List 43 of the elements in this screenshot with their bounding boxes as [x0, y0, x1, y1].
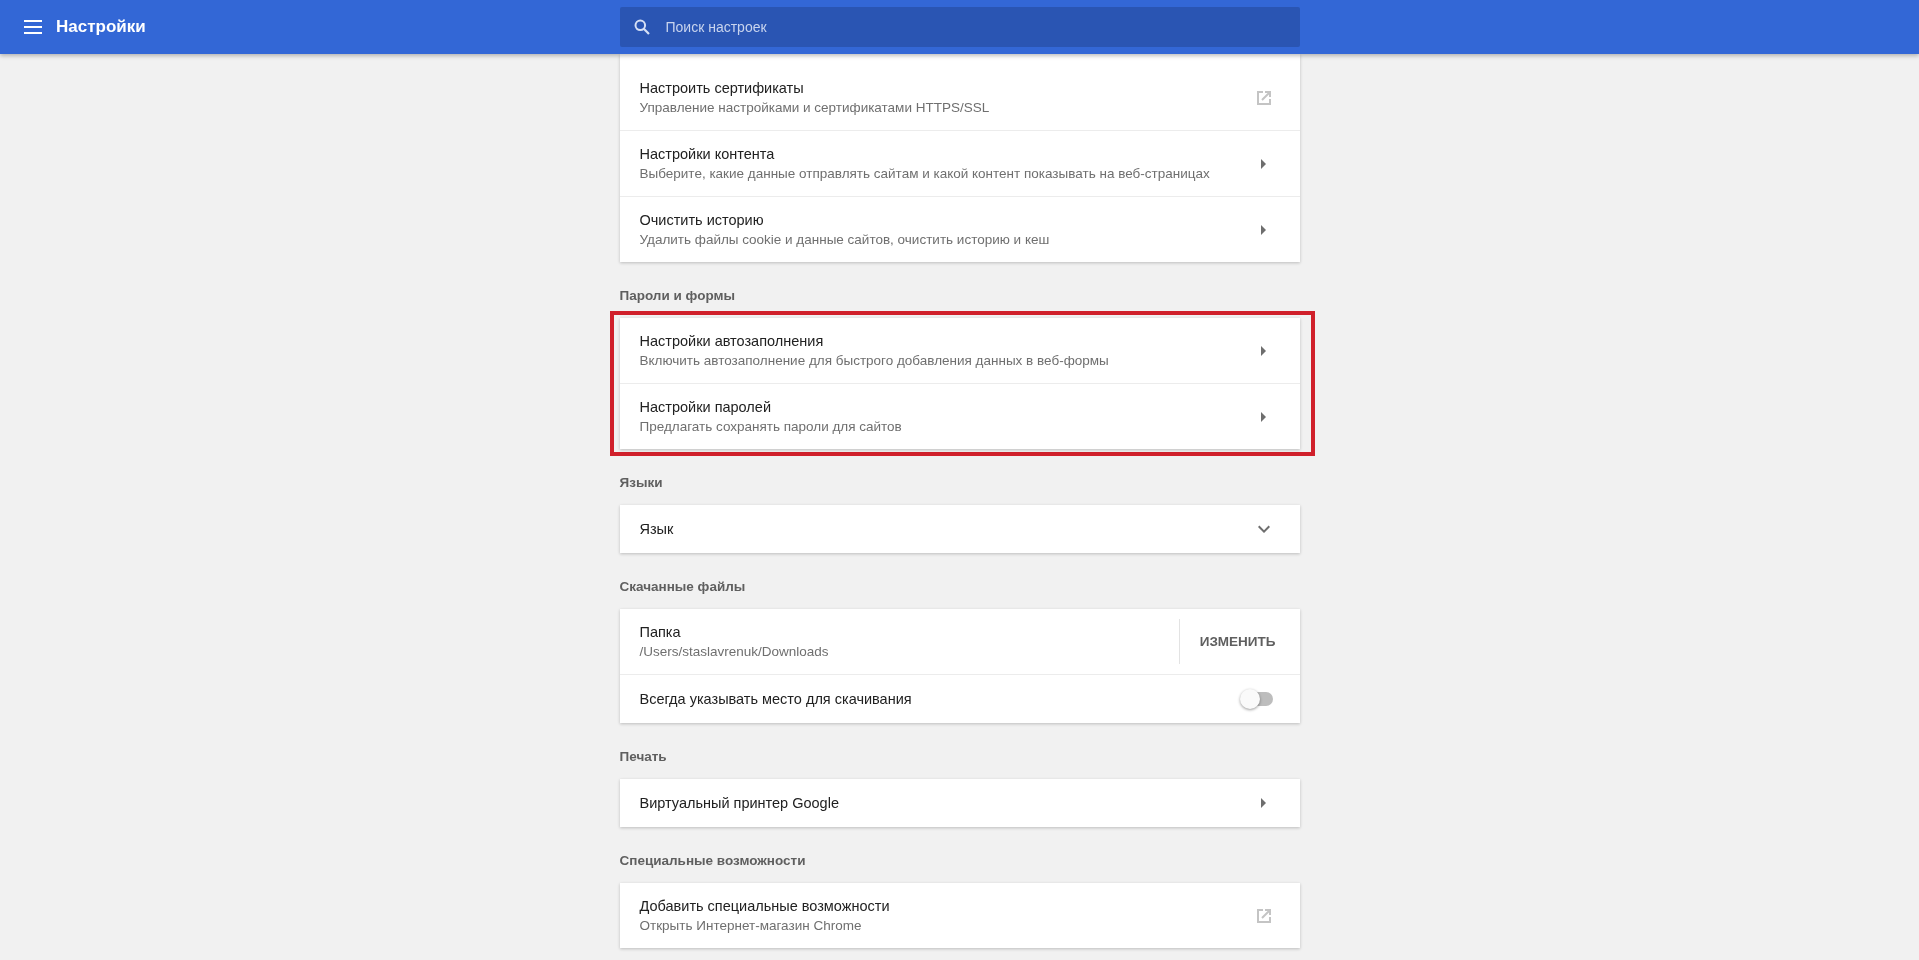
settings-row[interactable]: Добавить специальные возможности Открыть Интернет-магазин Chrome	[619, 883, 1300, 948]
row-title: Настройки паролей	[639, 399, 772, 415]
external-link-icon	[1254, 906, 1273, 925]
chevron-down-icon	[1257, 525, 1270, 533]
row-subtitle: Открыть Интернет-магазин Chrome	[639, 918, 863, 933]
section-heading: Скачанные файлы	[619, 578, 747, 596]
search-field[interactable]: Поиск настроек	[619, 7, 1300, 47]
section-heading: Языки	[619, 474, 664, 492]
arrow-right-icon	[1260, 158, 1267, 169]
row-title: Настройки контента	[639, 146, 776, 162]
section-heading: Пароли и формы	[619, 287, 736, 305]
row-title: Всегда указывать место для скачивания	[639, 691, 913, 707]
settings-row[interactable]: Виртуальный принтер Google	[619, 779, 1300, 827]
arrow-right-icon	[1260, 345, 1267, 356]
row-subtitle: /Users/staslavrenuk/Downloads	[639, 644, 830, 659]
row-subtitle: Предлагать сохранять пароли для сайтов	[639, 419, 903, 434]
row-title: Очистить историю	[639, 212, 765, 228]
change-button[interactable]: ИЗМЕНИТЬ	[1179, 624, 1276, 659]
row-subtitle: Включить автозаполнение для быстрого добавления данных в веб-формы	[639, 353, 1110, 368]
settings-row[interactable]: Очистить историю Удалить файлы cookie и данные сайтов, очистить историю и кеш	[619, 197, 1300, 262]
row-title: Виртуальный принтер Google	[639, 795, 840, 811]
arrow-right-icon	[1260, 798, 1267, 808]
row-subtitle: Удалить файлы cookie и данные сайтов, очистить историю и кеш	[639, 232, 1051, 247]
section-heading: Печать	[619, 748, 668, 766]
row-title: Настроить сертификаты	[639, 80, 805, 96]
menu-icon[interactable]	[24, 20, 42, 34]
row-title: Папка	[639, 624, 682, 640]
settings-row[interactable]: Настройки паролей Предлагать сохранять пароли для сайтов	[619, 384, 1300, 449]
row-title: Настройки автозаполнения	[639, 333, 825, 349]
settings-row[interactable]: Настройки автозаполнения Включить автозаполнение для быстрого добавления данных в веб-формы	[619, 318, 1300, 383]
row-title: Добавить специальные возможности	[639, 898, 891, 914]
settings-row[interactable]: Язык	[619, 505, 1300, 553]
row-title: Язык	[639, 521, 675, 537]
arrow-right-icon	[1260, 224, 1267, 235]
arrow-right-icon	[1260, 411, 1267, 422]
section-heading: Специальные возможности	[619, 852, 807, 870]
row-subtitle: Выберите, какие данные отправлять сайтам и какой контент показывать на веб-страницах	[639, 166, 1211, 181]
settings-row[interactable]: Настройки контента Выберите, какие данные отправлять сайтам и какой контент показывать на веб-страницах	[619, 131, 1300, 196]
app-title: Настройки	[56, 17, 146, 37]
row-subtitle: Управление настройками и сертификатами HTTPS/SSL	[639, 100, 991, 115]
settings-row[interactable]: Настроить сертификаты Управление настройками и сертификатами HTTPS/SSL	[619, 65, 1300, 130]
settings-row[interactable]: Всегда указывать место для скачивания	[619, 675, 1300, 723]
external-link-icon	[1254, 88, 1273, 107]
